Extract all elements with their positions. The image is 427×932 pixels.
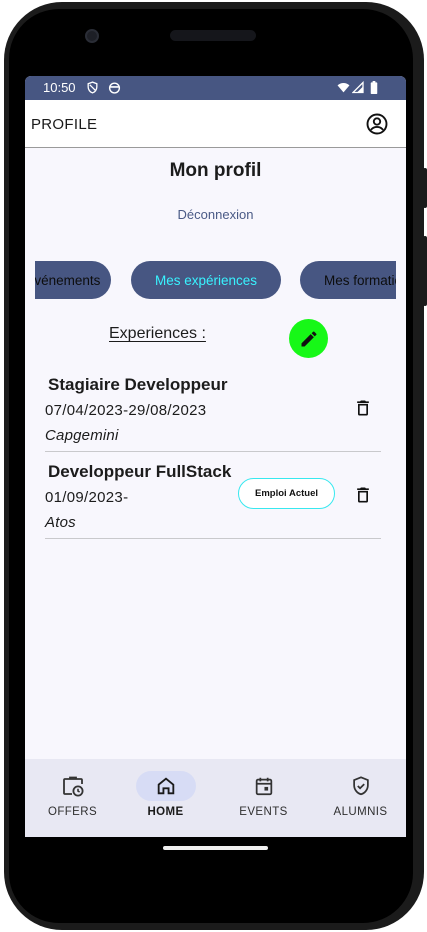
- nav-icon-container: [136, 771, 196, 801]
- nav-icon-container: [331, 771, 391, 801]
- tab-formations[interactable]: Mes formations: [300, 261, 396, 299]
- experience-dates: 01/09/2023-: [45, 489, 129, 506]
- profile-tabs: Mes événements Mes expériences Mes forma…: [35, 261, 396, 301]
- app-screen: 10:50 PROFILE Mon profil Déconnexion vén…: [25, 76, 406, 837]
- page-title: Mon profil: [169, 160, 262, 181]
- home-indicator[interactable]: [163, 846, 268, 850]
- tab-events[interactable]: Mes événements: [35, 261, 111, 299]
- bottom-navigation: OFFERS HOME EVENTS ALUMNIS: [25, 759, 406, 837]
- tab-experiences[interactable]: Mes expériences: [131, 261, 281, 299]
- list-item: Stagiaire Developpeur 07/04/2023-29/08/2…: [45, 366, 381, 452]
- nav-label: ALUMNIS: [333, 806, 388, 818]
- delete-icon[interactable]: [353, 484, 373, 506]
- delete-icon[interactable]: [353, 397, 373, 419]
- wifi-icon: [337, 82, 350, 93]
- nav-item-events[interactable]: EVENTS: [216, 759, 311, 837]
- briefcase-clock-icon: [63, 776, 84, 797]
- phone-frame: 10:50 PROFILE Mon profil Déconnexion vén…: [0, 0, 427, 932]
- signal-icon: [352, 81, 364, 94]
- home-icon: [157, 777, 175, 795]
- verified-shield-icon: [353, 776, 369, 796]
- battery-icon: [370, 81, 378, 94]
- experiences-heading: Experiences :: [109, 325, 206, 342]
- calendar-icon: [255, 777, 273, 796]
- nav-label: EVENTS: [239, 806, 288, 818]
- app-bar-title: PROFILE: [31, 116, 98, 133]
- volume-button: [423, 168, 427, 208]
- account-circle-icon[interactable]: [365, 112, 389, 136]
- status-bar: 10:50: [25, 76, 406, 100]
- top-app-bar: PROFILE: [25, 100, 406, 148]
- nav-label: HOME: [147, 806, 184, 818]
- shield-icon: [87, 81, 98, 94]
- nav-icon-container: [43, 771, 103, 801]
- nav-item-alumnis[interactable]: ALUMNIS: [313, 759, 406, 837]
- edit-experiences-button[interactable]: [289, 319, 328, 358]
- pencil-icon: [301, 330, 316, 346]
- experience-title: Stagiaire Developpeur: [48, 375, 228, 394]
- logout-link[interactable]: Déconnexion: [25, 207, 406, 222]
- nav-icon-container: [234, 771, 294, 801]
- face-icon: [108, 82, 121, 94]
- nav-label: OFFERS: [47, 806, 98, 818]
- front-camera: [85, 29, 99, 43]
- nav-item-home[interactable]: HOME: [118, 759, 213, 837]
- experience-company: Capgemini: [45, 427, 119, 444]
- experience-title: Developpeur FullStack: [48, 462, 232, 481]
- current-job-badge: Emploi Actuel: [238, 478, 335, 509]
- experience-dates: 07/04/2023-29/08/2023: [45, 402, 207, 419]
- nav-item-offers[interactable]: OFFERS: [25, 759, 120, 837]
- experience-company: Atos: [45, 514, 76, 531]
- earpiece-speaker: [170, 30, 256, 41]
- power-button: [423, 236, 427, 306]
- status-time: 10:50: [43, 80, 76, 95]
- list-item: Developpeur FullStack 01/09/2023- Atos E…: [45, 453, 381, 539]
